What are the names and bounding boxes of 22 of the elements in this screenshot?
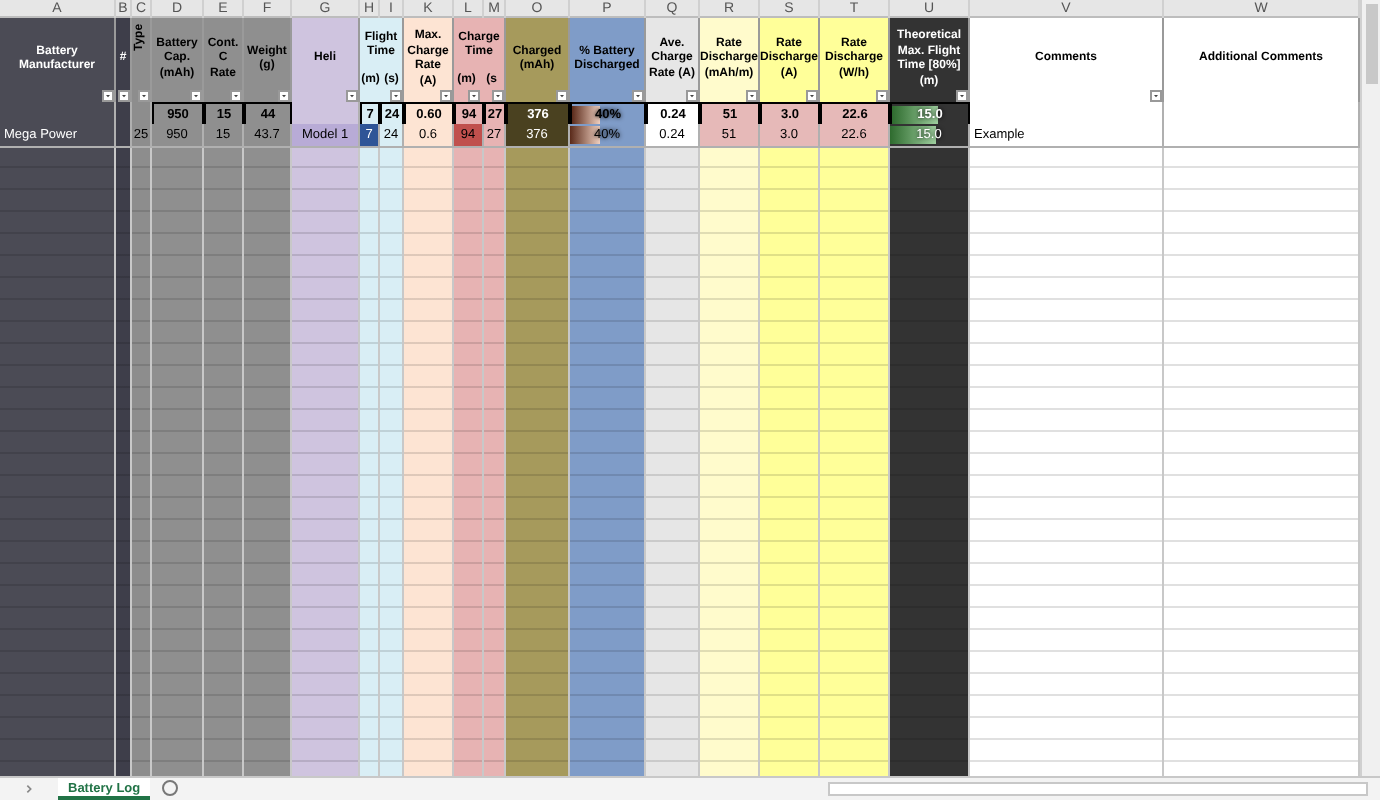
filter-button[interactable] [492,90,504,102]
filter-button[interactable] [390,90,402,102]
filter-button[interactable] [746,90,758,102]
filter-button[interactable] [190,90,202,102]
filter-button[interactable] [956,90,968,102]
filter-button[interactable] [632,90,644,102]
add-sheet-icon[interactable] [162,780,179,796]
filter-button[interactable] [876,90,888,102]
vertical-scrollbar[interactable] [1360,0,1380,776]
filter-button[interactable] [1150,90,1162,102]
filter-button[interactable] [138,90,150,102]
filter-button[interactable] [440,90,452,102]
filter-button[interactable] [686,90,698,102]
filter-button[interactable] [230,90,242,102]
filter-button[interactable] [806,90,818,102]
filter-button[interactable] [278,90,290,102]
horizontal-scrollbar[interactable] [828,782,1368,796]
filter-button[interactable] [556,90,568,102]
filter-button[interactable] [102,90,114,102]
filter-button[interactable] [346,90,358,102]
filter-button[interactable] [467,90,479,102]
filter-button[interactable] [118,90,130,102]
